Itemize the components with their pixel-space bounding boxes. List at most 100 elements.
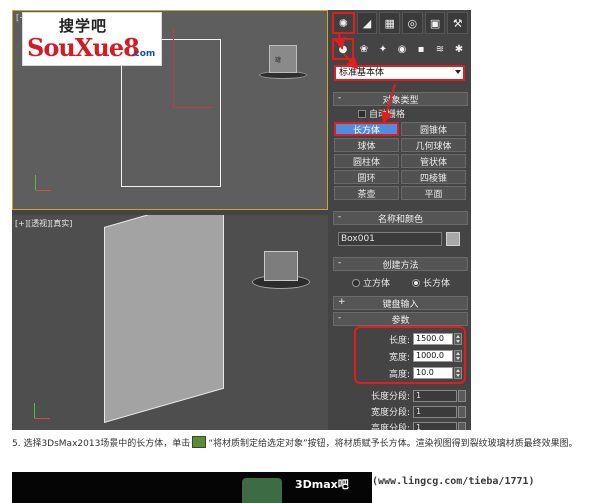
spinner-icon[interactable] [454, 333, 462, 345]
height-segs-field: 高度分段: 1 [350, 421, 466, 430]
cube-object-label: 罐 [275, 57, 282, 64]
length-label: 长度: [388, 335, 410, 346]
object-name-input[interactable]: Box001 [338, 232, 442, 246]
shapes-glyph: ❀ [359, 43, 369, 55]
motion-icon[interactable]: ◎ [402, 12, 423, 34]
cracked-glass-preview [242, 478, 282, 503]
utilities-icon[interactable]: ⚒ [447, 12, 469, 34]
chevron-down-icon [455, 70, 461, 74]
width-segs-input[interactable]: 1 [413, 405, 457, 418]
keyboard-entry-rollout-header[interactable]: + 键盘输入 [333, 296, 468, 310]
box-method-radio[interactable]: 长方体 [412, 276, 450, 289]
display-tab-glyph: ▣ [429, 16, 441, 30]
command-panel: ✺ ◢ ▦ ◎ ▣ ⚒ ● ❀ ✦ ◉ ▪ ≋ ✱ 标准基本体 - 对象类型 自… [330, 10, 471, 430]
object-type-title: 对象类型 [382, 95, 419, 106]
cameras-icon[interactable]: ◉ [393, 38, 411, 60]
hierarchy-icon[interactable]: ▦ [379, 12, 401, 34]
parameters-title: 参数 [391, 315, 410, 326]
teapot-button[interactable]: 茶壶 [334, 186, 399, 200]
box-button[interactable]: 长方体 [334, 122, 399, 136]
rollout-collapse-icon: - [338, 313, 342, 323]
glass-plane-object[interactable] [104, 215, 224, 423]
rollout-collapse-icon: - [338, 93, 342, 103]
plane-button[interactable]: 平面 [401, 186, 466, 200]
height-segs-input[interactable]: 1 [413, 421, 457, 430]
cylinder-button[interactable]: 圆柱体 [334, 154, 399, 168]
cube-method-radio[interactable]: 立方体 [352, 276, 390, 289]
width-segs-label: 宽度分段: [370, 408, 410, 418]
utilities-tab-glyph: ⚒ [452, 16, 463, 30]
radio-dot [352, 278, 360, 287]
length-segs-input[interactable]: 1 [413, 389, 457, 402]
length-input[interactable]: 1500.0 [413, 333, 453, 345]
tube-button[interactable]: 管状体 [401, 154, 466, 168]
lights-icon[interactable]: ✦ [374, 38, 392, 60]
name-color-rollout-header[interactable]: - 名称和颜色 [333, 211, 468, 225]
modify-icon[interactable]: ◢ [356, 12, 378, 34]
systems-icon[interactable]: ✱ [450, 38, 468, 60]
geometry-glyph: ● [338, 43, 348, 55]
cameras-glyph: ◉ [397, 43, 407, 55]
spinner-icon[interactable] [458, 389, 466, 402]
axis-gizmo-icon [31, 173, 53, 195]
cube-object[interactable] [264, 251, 298, 281]
object-color-swatch[interactable] [446, 232, 460, 246]
bottom-url-text: (www.lingcg.com/tieba/1771) [372, 476, 535, 487]
bottom-brand-text: 3Dmax吧 [292, 476, 352, 492]
sphere-button[interactable]: 球体 [334, 138, 399, 152]
pivot-x-axis [173, 107, 213, 108]
spinner-icon[interactable] [458, 405, 466, 418]
cone-button[interactable]: 圆锥体 [401, 122, 466, 136]
spinner-icon[interactable] [454, 350, 462, 362]
caption-part2: “将材质制定给选定对象”按钮，将材质赋予长方体。渲染视图得到裂纹玻璃材质最终效果… [208, 439, 578, 449]
modify-tab-glyph: ◢ [362, 16, 372, 30]
width-label: 宽度: [388, 352, 410, 363]
object-type-rollout-header[interactable]: - 对象类型 [333, 92, 468, 106]
object-type-buttons: 长方体 圆锥体 球体 几何球体 圆柱体 管状体 圆环 四棱锥 茶壶 平面 [334, 122, 466, 200]
display-icon[interactable]: ▣ [424, 12, 446, 34]
spacewarps-icon[interactable]: ≋ [431, 38, 449, 60]
souxue8-logo: 搜学吧 SouXue8 .com [22, 12, 162, 66]
spacewarps-glyph: ≋ [435, 43, 445, 55]
command-panel-tabs: ✺ ◢ ▦ ◎ ▣ ⚒ [332, 12, 469, 34]
cube-object[interactable] [269, 45, 297, 73]
length-segs-label: 长度分段: [370, 392, 410, 402]
keyboard-entry-title: 键盘输入 [382, 299, 419, 310]
width-field: 宽度: 1000.0 [360, 349, 462, 363]
step-caption: 5. 选择3DsMax2013场景中的长方体，单击 “将材质制定给选定对象”按钮，… [12, 436, 607, 452]
create-category-tabs: ● ❀ ✦ ◉ ▪ ≋ ✱ [332, 38, 468, 60]
autogrid-checkbox[interactable]: 自动栅格 [358, 107, 405, 120]
helpers-glyph: ▪ [417, 43, 425, 55]
hierarchy-tab-glyph: ▦ [384, 16, 395, 30]
width-input[interactable]: 1000.0 [413, 350, 453, 362]
geosphere-button[interactable]: 几何球体 [401, 138, 466, 152]
motion-tab-glyph: ◎ [407, 16, 418, 30]
cube-method-label: 立方体 [363, 279, 391, 289]
height-input[interactable]: 10.0 [413, 367, 453, 379]
primitive-type-dropdown[interactable]: 标准基本体 [334, 65, 465, 81]
shapes-icon[interactable]: ❀ [355, 38, 373, 60]
rollout-collapse-icon: - [338, 258, 342, 268]
height-label: 高度: [388, 369, 410, 380]
height-segs-label: 高度分段: [370, 424, 410, 430]
creation-method-rollout-header[interactable]: - 创建方法 [333, 257, 468, 271]
perspective-viewport-label[interactable]: [+][透视][真实] [15, 218, 72, 229]
geometry-icon[interactable]: ● [332, 38, 354, 60]
name-color-title: 名称和颜色 [377, 214, 423, 225]
length-field: 长度: 1500.0 [360, 332, 462, 346]
axis-gizmo-icon [30, 401, 52, 423]
parameters-rollout-header[interactable]: - 参数 [333, 312, 468, 326]
perspective-viewport[interactable]: [+][透视][真实] [12, 215, 328, 430]
helpers-icon[interactable]: ▪ [412, 38, 430, 60]
creation-method-title: 创建方法 [382, 260, 419, 271]
spinner-icon[interactable] [458, 421, 466, 430]
create-icon[interactable]: ✺ [332, 12, 355, 34]
spinner-icon[interactable] [454, 367, 462, 379]
rollout-collapse-icon: - [338, 212, 342, 222]
logo-brand-text: SouXue8 [27, 33, 140, 62]
torus-button[interactable]: 圆环 [334, 170, 399, 184]
width-segs-field: 宽度分段: 1 [350, 405, 466, 418]
caption-part1: 5. 选择3DsMax2013场景中的长方体，单击 [12, 439, 191, 449]
radio-dot-selected [412, 278, 420, 287]
pyramid-button[interactable]: 四棱锥 [401, 170, 466, 184]
